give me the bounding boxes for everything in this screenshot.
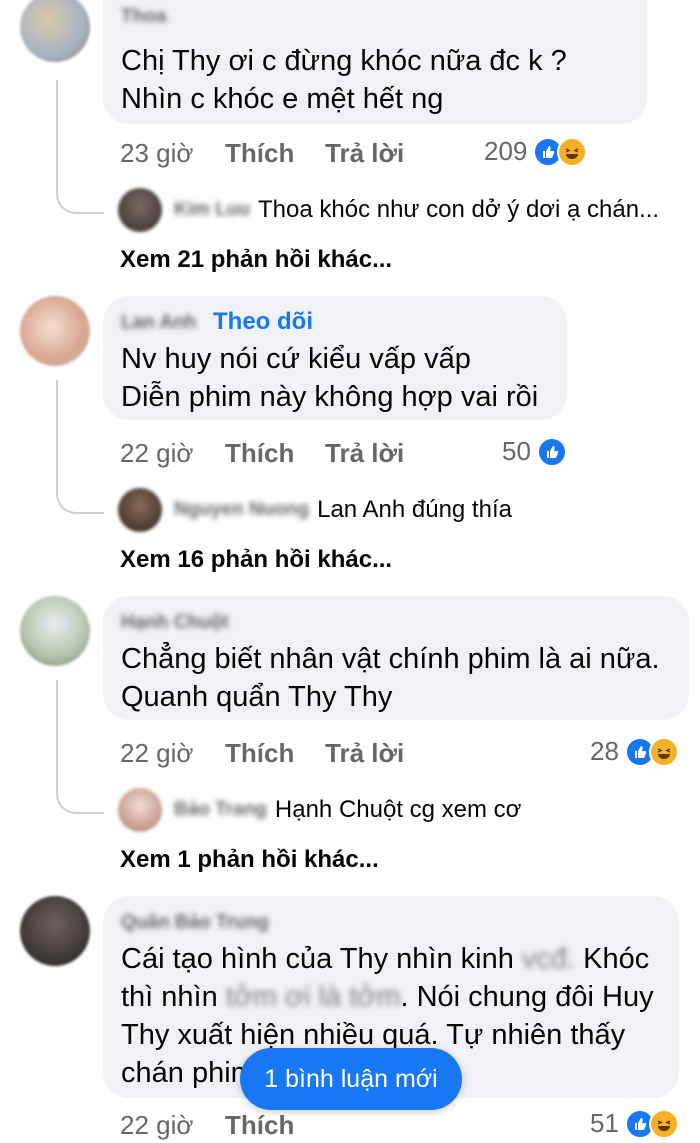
reply-button[interactable]: Trả lời (325, 138, 404, 169)
reply-author[interactable]: Kim Luu (174, 199, 250, 221)
comment-text-line: Diễn phim này không hợp vai rồi (121, 381, 539, 413)
reply-author[interactable]: Bảo Trang (174, 799, 267, 821)
comment-author[interactable]: Hạnh Chuột (121, 612, 229, 634)
reply-avatar[interactable] (118, 188, 162, 232)
avatar[interactable] (20, 896, 90, 966)
reply-button[interactable]: Trả lời (325, 438, 404, 469)
reply-author[interactable]: Nguyen Nuong (174, 499, 309, 521)
follow-link[interactable]: Theo dõi (213, 308, 313, 336)
comment-text-line: Chẳng biết nhân vật chính phim là ai nữa… (121, 643, 660, 675)
new-comments-button[interactable]: 1 bình luận mới (240, 1048, 462, 1110)
timestamp[interactable]: 23 giờ (120, 138, 225, 169)
comment-text-line: Nhìn c khóc e mệt hết ng (121, 83, 444, 115)
text-segment: . Nói chung đôi Huy (400, 981, 654, 1013)
like-button[interactable]: Thích (225, 138, 325, 169)
reaction-summary[interactable]: 209 (484, 136, 588, 167)
comment-actions: 22 giờ Thích Trả lời (120, 438, 404, 469)
reply-button[interactable]: Trả lời (325, 738, 404, 769)
reply-avatar[interactable] (118, 788, 162, 832)
comment-text-line: chán phim (121, 1057, 255, 1089)
reaction-count: 209 (484, 136, 528, 166)
text-segment: Khóc (575, 943, 650, 975)
comment-actions: 23 giờ Thích Trả lời (120, 138, 404, 169)
thread-connector (56, 486, 104, 514)
thread-line (56, 80, 58, 192)
text-segment: Cái tạo hình của Thy nhìn kinh (121, 943, 514, 975)
avatar[interactable] (20, 596, 90, 666)
censored-text: tởm ơi là tởm (217, 981, 401, 1013)
haha-icon (648, 736, 679, 767)
reply-text: Hạnh Chuột cg xem cơ (274, 796, 522, 823)
thread-line (56, 680, 58, 792)
reply-preview[interactable]: Kim Luu Thoa khóc như con dở ý dơi ạ chá… (118, 188, 659, 232)
comment-bubble: Lan Anh Theo dõi Nv huy nói cứ kiểu vấp … (103, 296, 567, 420)
avatar[interactable] (20, 0, 90, 62)
reaction-count: 50 (502, 436, 531, 466)
comment-text-line: Quanh quẩn Thy Thy (121, 681, 393, 713)
comment-author[interactable]: Lan Anh (121, 312, 196, 334)
reaction-count: 51 (590, 1108, 619, 1138)
reaction-summary[interactable]: 50 (502, 436, 567, 467)
view-more-replies[interactable]: Xem 16 phản hồi khác... (120, 546, 392, 574)
comment-text-line: Chị Thy ơi c đừng khóc nữa đc k ? (121, 45, 567, 77)
view-more-replies[interactable]: Xem 21 phản hồi khác... (120, 246, 392, 274)
comment-text-line: thì nhìn tởm ơi là tởm. Nói chung đôi Hu… (121, 978, 654, 1016)
haha-icon (557, 136, 588, 167)
like-button[interactable]: Thích (225, 438, 325, 469)
reply-text: Thoa khóc như con dở ý dơi ạ chán... (258, 196, 660, 223)
like-button[interactable]: Thích (225, 738, 325, 769)
thread-line (56, 380, 58, 492)
reply-preview[interactable]: Bảo Trang Hạnh Chuột cg xem cơ (118, 788, 521, 832)
censored-text: vcđ. (513, 943, 576, 975)
reply-preview[interactable]: Nguyen Nuong Lan Anh đúng thía (118, 488, 512, 532)
comment-author[interactable]: Quân Bảo Trung (121, 912, 269, 934)
comment-author[interactable]: Thoa (121, 6, 166, 28)
timestamp[interactable]: 22 giờ (120, 1110, 225, 1141)
comment-text-line: Cái tạo hình của Thy nhìn kinh vcđ. Khóc (121, 940, 649, 978)
reaction-summary[interactable]: 51 (590, 1108, 679, 1139)
comment-actions: 22 giờ Thích (120, 1110, 325, 1141)
reply-avatar[interactable] (118, 488, 162, 532)
comment-bubble: Hạnh Chuột Chẳng biết nhân vật chính phi… (103, 596, 689, 720)
comment-actions: 22 giờ Thích Trả lời (120, 738, 404, 769)
thread-connector (56, 786, 104, 814)
timestamp[interactable]: 22 giờ (120, 438, 225, 469)
reaction-count: 28 (590, 736, 619, 766)
comment-bubble: Thoa Chị Thy ơi c đừng khóc nữa đc k ? N… (103, 0, 647, 124)
avatar[interactable] (20, 296, 90, 366)
haha-icon (648, 1108, 679, 1139)
thread-connector (56, 186, 104, 214)
like-button[interactable]: Thích (225, 1110, 325, 1141)
reaction-summary[interactable]: 28 (590, 736, 679, 767)
comment-text-line: Nv huy nói cứ kiểu vấp vấp (121, 343, 471, 375)
reply-text: Lan Anh đúng thía (317, 496, 512, 523)
like-icon (536, 436, 567, 467)
view-more-replies[interactable]: Xem 1 phản hồi khác... (120, 846, 379, 874)
text-segment: thì nhìn (121, 981, 218, 1013)
timestamp[interactable]: 22 giờ (120, 738, 225, 769)
